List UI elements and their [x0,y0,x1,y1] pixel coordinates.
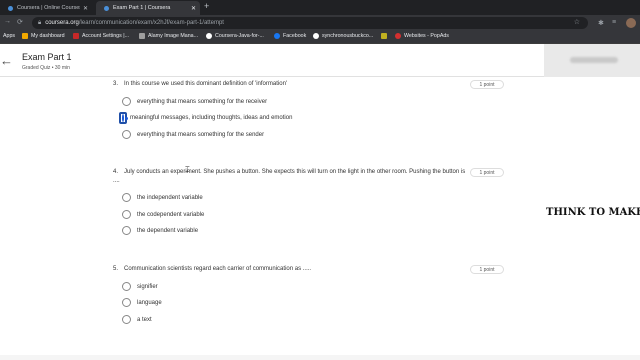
radio-button[interactable] [122,210,131,219]
bookmark-label: Alamy Image Mana... [148,33,199,39]
question-text: In this course we used this dominant def… [124,81,288,87]
option-label: a text [137,316,152,323]
bookmark-facebook[interactable]: Facebook [274,33,306,39]
option-label: the independent variable [137,194,203,201]
bookmark-apps[interactable]: Apps [3,33,15,39]
coursera-favicon-icon [8,5,13,11]
bookmarks-bar: Apps My dashboard Account Settings |... … [0,31,640,44]
close-icon[interactable]: ✕ [83,5,88,12]
tab-label: Coursera | Online Courses & Cre [17,5,80,11]
blurred-content [570,57,618,63]
bookmark-label: Coursera-Java-for-... [215,33,264,39]
url-path: /learn/communication/exam/x2hJf/exam-par… [78,20,224,26]
radio-button[interactable] [122,282,131,291]
option-q5-b[interactable]: language [122,297,162,308]
option-q3-a[interactable]: everything that means something for the … [122,96,267,107]
github-icon [313,33,319,39]
option-label: everything that means something for the … [137,98,268,105]
tab-coursera-home[interactable]: Coursera | Online Courses & Cre ✕ [0,1,92,15]
url-field[interactable]: 🔒︎ coursera.org/learn/communication/exam… [32,17,588,29]
option-q3-c[interactable]: everything that means something for the … [122,129,264,140]
question-number: 4. [113,169,119,175]
option-q5-a[interactable]: signifier [122,281,158,292]
bookmark-my-dashboard[interactable]: My dashboard [22,33,65,39]
option-label: the dependent variable [137,227,199,234]
option-q5-c[interactable]: a text [122,314,152,325]
page-footer-strip [0,355,640,360]
radio-button[interactable] [122,315,131,324]
bookmark-label: My dashboard [31,33,65,39]
radio-button[interactable] [122,193,131,202]
close-icon[interactable]: ✕ [191,5,196,12]
tab-label: Exam Part 1 | Coursera [113,5,171,11]
radio-focus-ring [119,111,127,124]
question-text: July conducts an experiment. She pushes … [113,169,466,184]
facebook-icon [274,33,280,39]
option-label: everything that means something for the … [137,131,265,138]
bookmark-icon [381,33,387,39]
radio-button[interactable] [122,298,131,307]
radio-button[interactable] [122,226,131,235]
option-label: the codependent variable [137,211,205,218]
text-cursor-icon: ⌶ [185,165,190,174]
quiz-header: ← Exam Part 1 Graded Quiz • 30 min [0,44,544,77]
bookmark-star-icon[interactable]: ☆ [574,18,580,26]
bookmark-label: Apps [3,33,16,39]
coursera-favicon-icon [104,5,109,11]
radio-button-selected[interactable] [122,113,124,122]
bookmark-account-settings[interactable]: Account Settings |... [73,33,129,39]
option-q4-c[interactable]: the dependent variable [122,225,198,236]
new-tab-icon[interactable]: + [204,1,209,11]
extensions-icon[interactable]: ✱ [598,19,604,27]
question-4: 4. July conducts an experiment. She pushe… [113,168,468,186]
option-label: language [137,299,162,306]
page-subtitle: Graded Quiz • 30 min [22,65,70,71]
question-number: 5. [113,266,119,272]
question-number: 3. [113,81,119,87]
question-3: 3. In this course we used this dominant d… [113,80,468,89]
back-arrow-icon[interactable]: → [4,18,11,25]
points-badge: 1 point [470,80,504,89]
question-text: Communication scientists regard each car… [124,266,312,272]
overlay-caption: THINK TO MAKE [546,207,640,218]
browser-tab-bar: Coursera | Online Courses & Cre ✕ Exam P… [0,0,640,15]
option-label: meaningful messages, including thoughts,… [130,114,293,121]
profile-avatar[interactable] [626,18,636,28]
bookmark-synchronousbuckco[interactable]: synchronousbuckco... [313,33,373,39]
bookmark-icon [73,33,79,39]
option-q4-b[interactable]: the codependent variable [122,209,204,220]
bookmark-label: Facebook [283,33,307,39]
bookmark-unnamed[interactable] [381,33,390,39]
points-badge: 1 point [470,168,504,177]
tab-exam-part-1[interactable]: Exam Part 1 | Coursera ✕ [96,1,200,15]
option-q3-b[interactable]: meaningful messages, including thoughts,… [119,111,293,124]
media-icon[interactable]: ≡ [612,19,616,26]
address-bar-row: → ⟳ 🔒︎ coursera.org/learn/communication/… [0,15,640,31]
page-title: Exam Part 1 [22,52,72,62]
bookmark-coursera-java[interactable]: Coursera-Java-for-... [206,33,264,39]
points-badge: 1 point [470,265,504,274]
bookmark-label: Account Settings |... [82,33,130,39]
radio-button[interactable] [122,130,131,139]
bookmark-alamy[interactable]: Alamy Image Mana... [139,33,198,39]
bookmark-popads[interactable]: Websites - PopAds [395,33,449,39]
bookmark-label: synchronousbuckco... [322,33,374,39]
bookmark-label: Websites - PopAds [404,33,449,39]
url-host: coursera.org [45,20,79,26]
radio-button[interactable] [122,97,131,106]
bookmark-icon [22,33,28,39]
question-5: 5. Communication scientists regard each c… [113,265,468,274]
github-icon [206,33,212,39]
option-label: signifier [137,283,158,290]
bookmark-icon [139,33,145,39]
lock-icon: 🔒︎ [38,19,42,26]
option-q4-a[interactable]: the independent variable [122,192,203,203]
reload-icon[interactable]: ⟳ [17,18,23,26]
popads-icon [395,33,401,39]
blurred-header-area [544,44,640,77]
back-arrow-icon[interactable]: ← [0,53,13,68]
